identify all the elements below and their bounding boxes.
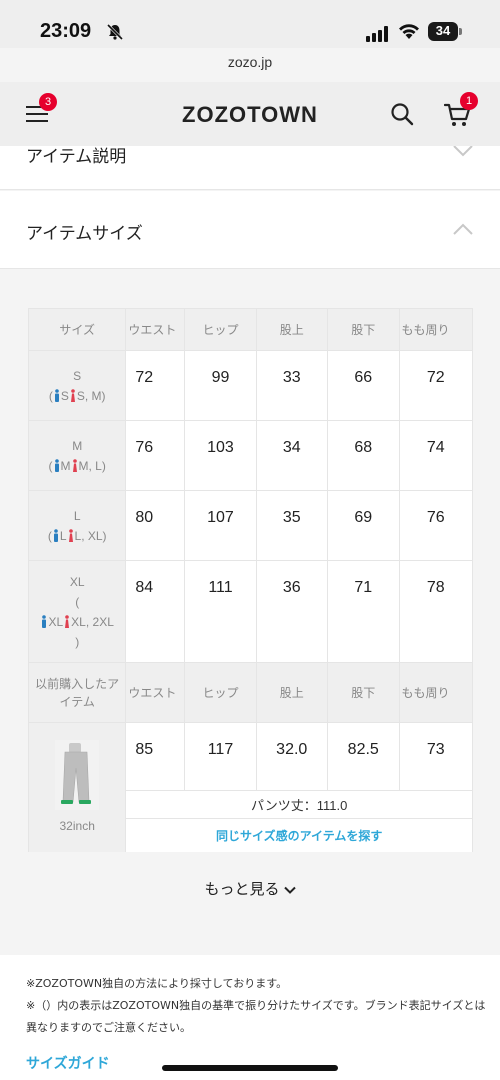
size-guide-text: (L L, XL) <box>47 528 107 543</box>
size-table[interactable]: サイズ ウエスト ヒップ 股上 股下 もも周り S (S S, M) 72 99 … <box>28 308 473 852</box>
size-label-cell: L (L L, XL) <box>28 490 127 561</box>
column-header: ヒップ <box>184 308 257 351</box>
table-cell: 74 <box>398 420 473 491</box>
item-size-title: アイテムサイズ <box>26 224 143 244</box>
chevron-down-icon <box>283 886 296 894</box>
table-cell: 35 <box>255 490 328 561</box>
table-cell: 76 <box>125 420 186 491</box>
column-header: 股上 <box>255 308 328 351</box>
table-cell: 34 <box>255 420 328 491</box>
previous-item-label: 以前購入したアイテム <box>28 662 127 723</box>
item-description-accordion[interactable]: アイテム説明 <box>0 146 500 190</box>
female-icon <box>72 458 78 472</box>
table-row: M (M M, L) 76 103 34 68 74 <box>28 420 473 491</box>
column-header: 股上 <box>255 662 328 723</box>
female-icon <box>64 614 70 628</box>
chevron-up-icon <box>453 223 473 235</box>
table-cell: 71 <box>327 560 400 663</box>
male-icon <box>54 388 60 402</box>
cart-badge: 1 <box>460 92 478 110</box>
female-icon <box>70 388 76 402</box>
search-icon[interactable] <box>390 102 414 126</box>
size-guide-link[interactable]: サイズガイド <box>26 1053 110 1073</box>
table-row: S (S S, M) 72 99 33 66 72 <box>28 350 473 421</box>
site-logo[interactable]: ZOZOTOWN <box>0 102 500 128</box>
male-icon <box>54 458 60 472</box>
home-indicator[interactable] <box>162 1065 338 1071</box>
table-cell: 82.5 <box>327 722 400 791</box>
table-cell: 117 <box>184 722 257 791</box>
bell-off-icon <box>106 23 124 41</box>
table-cell: 76 <box>398 490 473 561</box>
wifi-icon <box>399 24 419 39</box>
size-guide-text: (S S, M) <box>48 388 106 403</box>
column-header: ヒップ <box>184 662 257 723</box>
table-cell: 99 <box>184 350 257 421</box>
size-label: XL <box>69 574 85 589</box>
item-description-title: アイテム説明 <box>26 147 127 167</box>
previous-item-thumbnail[interactable] <box>55 739 100 810</box>
column-header: サイズ <box>28 308 127 351</box>
previous-item-header-row: 以前購入したアイテム ウエスト ヒップ 股上 股下 もも周り <box>28 662 473 723</box>
previous-item-row: 32inch 85 117 32.0 82.5 73 <box>28 722 473 852</box>
table-cell: 111 <box>184 560 257 663</box>
size-label: M <box>72 438 83 453</box>
table-cell: 72 <box>398 350 473 421</box>
column-header: 股下 <box>327 662 400 723</box>
url-bar[interactable]: zozo.jp <box>0 54 500 70</box>
table-header-row: サイズ ウエスト ヒップ 股上 股下 もも周り <box>28 308 473 351</box>
table-cell: 84 <box>125 560 186 663</box>
male-icon <box>41 614 47 628</box>
table-cell: 73 <box>398 722 473 791</box>
status-time: 23:09 <box>40 20 92 42</box>
table-cell: 68 <box>327 420 400 491</box>
chevron-down-icon <box>453 146 473 157</box>
cellular-signal-icon <box>366 26 388 42</box>
status-bar: 23:09 34 <box>0 0 500 48</box>
table-cell: 107 <box>184 490 257 561</box>
column-header: ウエスト <box>125 662 186 723</box>
male-icon <box>53 528 59 542</box>
size-label-cell: XL ( XL XL, 2XL ) <box>28 560 127 663</box>
pants-length: パンツ丈：111.0 <box>125 790 473 819</box>
column-header: もも周り <box>398 662 473 723</box>
table-cell: 33 <box>255 350 328 421</box>
table-cell: 32.0 <box>255 722 328 791</box>
table-cell: 80 <box>125 490 186 561</box>
battery-icon: 34 <box>428 22 462 41</box>
table-cell: 103 <box>184 420 257 491</box>
table-row: XL ( XL XL, 2XL ) 84 111 36 71 78 <box>28 560 473 663</box>
female-icon <box>68 528 74 542</box>
site-header: 3 ZOZOTOWN 1 <box>0 82 500 146</box>
previous-item-cell[interactable]: 32inch <box>28 722 127 852</box>
size-label-cell: M (M M, L) <box>28 420 127 491</box>
table-cell: 69 <box>327 490 400 561</box>
column-header: 股下 <box>327 308 400 351</box>
size-notes: ※ZOZOTOWN独自の方法により採寸しております。 ※（）内の表示はZOZOT… <box>0 955 500 1080</box>
cart-button[interactable]: 1 <box>443 92 478 128</box>
show-more-button[interactable]: もっと見る <box>0 878 500 899</box>
column-header: もも周り <box>398 308 473 351</box>
previous-item-size: 32inch <box>59 818 95 833</box>
table-cell: 66 <box>327 350 400 421</box>
table-cell: 78 <box>398 560 473 663</box>
table-cell: 36 <box>255 560 328 663</box>
size-label: L <box>73 508 81 523</box>
show-more-label: もっと見る <box>204 880 280 898</box>
size-label: S <box>73 368 82 383</box>
size-guide-text: (M M, L) <box>48 458 106 473</box>
note-measurement: ※ZOZOTOWN独自の方法により採寸しております。 <box>26 977 288 990</box>
same-size-items-link[interactable]: 同じサイズ感のアイテムを探す <box>125 818 473 852</box>
note-size-label: ※（）内の表示はZOZOTOWN独自の基準で振り分けたサイズです。ブランド表記サ… <box>26 999 486 1034</box>
size-guide-text: XL XL, 2XL <box>29 612 125 632</box>
size-label-cell: S (S S, M) <box>28 350 127 421</box>
column-header: ウエスト <box>125 308 186 351</box>
battery-level: 34 <box>435 23 451 38</box>
table-cell: 72 <box>125 350 186 421</box>
table-cell: 85 <box>125 722 186 791</box>
table-row: L (L L, XL) 80 107 35 69 76 <box>28 490 473 561</box>
item-size-accordion[interactable]: アイテムサイズ <box>0 191 500 269</box>
